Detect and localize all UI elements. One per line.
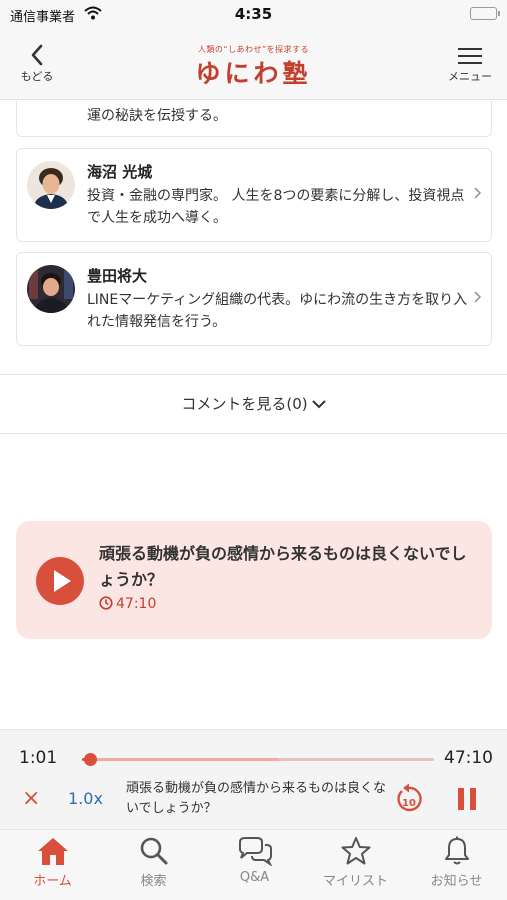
- app-logo: 人類の“しあわせ”を探求する ゆにわ塾: [0, 44, 507, 90]
- rewind-10-button[interactable]: 10: [393, 782, 425, 816]
- instructor-bio: 運の秘訣を伝授する。: [87, 108, 227, 124]
- instructor-card[interactable]: 海沼 光城 投資・金融の専門家。 人生を8つの要素に分解し、投資視点で人生を成功…: [16, 148, 492, 242]
- seek-buffered: [82, 758, 280, 761]
- search-icon: [140, 837, 167, 865]
- episode-duration-value: 47:10: [116, 596, 157, 612]
- tab-notifications[interactable]: お知らせ: [406, 836, 507, 896]
- tab-qa[interactable]: Q&A: [204, 836, 305, 896]
- instructor-card[interactable]: 豊田将大 LINEマーケティング組織の代表。ゆにわ流の生き方を取り入れた情報発信…: [16, 252, 492, 346]
- tab-bar: ホーム 検索 Q&A マイリスト お知らせ: [0, 829, 507, 900]
- instructor-bio: LINEマーケティング組織の代表。ゆにわ流の生き方を取り入れた情報発信を行う。: [87, 292, 468, 330]
- playback-speed-button[interactable]: 1.0x: [68, 789, 103, 808]
- tab-label: 検索: [140, 874, 167, 889]
- view-comments-label: コメントを見る(0): [181, 395, 308, 413]
- instructor-card[interactable]: 運の秘訣を伝授する。: [16, 101, 492, 137]
- pause-button[interactable]: [456, 788, 478, 810]
- current-time: 1:01: [19, 748, 58, 768]
- avatar: [27, 265, 75, 313]
- close-player-button[interactable]: ×: [22, 788, 40, 810]
- pause-icon: [458, 788, 464, 810]
- divider: [0, 374, 507, 375]
- hamburger-icon: [445, 48, 495, 64]
- clock-icon: [99, 596, 113, 610]
- seek-thumb[interactable]: [83, 753, 97, 766]
- rewind-icon: 10: [397, 783, 422, 812]
- episode-title: 頑張る動機が負の感情から来るものは良くないでしょうか？: [99, 544, 467, 589]
- star-icon: [341, 837, 370, 865]
- instructor-name: 海沼 光城: [87, 163, 153, 181]
- tab-search[interactable]: 検索: [103, 836, 204, 896]
- tab-label: お知らせ: [430, 874, 483, 889]
- tab-label: Q&A: [239, 870, 270, 885]
- chevron-down-icon: [311, 400, 326, 409]
- episode-duration: 47:10: [99, 596, 156, 612]
- chevron-right-icon: [474, 291, 481, 303]
- avatar: [27, 161, 75, 209]
- chat-bubbles-icon: [238, 837, 272, 866]
- episode-card[interactable]: 頑張る動機が負の感情から来るものは良くないでしょうか？ 47:10: [16, 521, 492, 639]
- tab-mylist[interactable]: マイリスト: [305, 836, 406, 896]
- seek-bar[interactable]: [82, 753, 434, 766]
- menu-button[interactable]: メニュー: [445, 48, 495, 92]
- logo-text: ゆにわ塾: [195, 59, 312, 88]
- battery-icon: [470, 7, 500, 20]
- instructor-bio: 投資・金融の専門家。 人生を8つの要素に分解し、投資視点で人生を成功へ導く。: [87, 188, 465, 226]
- rewind-seconds-label: 10: [402, 798, 416, 809]
- bell-icon: [444, 836, 469, 865]
- divider: [0, 433, 507, 434]
- view-comments-button[interactable]: コメントを見る(0): [0, 393, 507, 414]
- menu-label: メニュー: [448, 70, 492, 83]
- total-time: 47:10: [444, 748, 493, 768]
- instructor-name: 豊田将大: [87, 267, 148, 285]
- tab-label: ホーム: [33, 874, 72, 889]
- tab-home[interactable]: ホーム: [2, 836, 103, 896]
- content-scroll-area[interactable]: 運の秘訣を伝授する。 海沼 光城 投資・金融の専門家。 人生を8つの要素に分解し…: [0, 101, 507, 729]
- play-icon[interactable]: [36, 557, 84, 605]
- audio-player: 1:01 47:10 × 1.0x 頑張る動機が負の感情から来るものは良くないで…: [0, 729, 507, 829]
- tab-label: マイリスト: [322, 874, 388, 889]
- app-header: もどる 人類の“しあわせ”を探求する ゆにわ塾 メニュー: [0, 30, 507, 100]
- chevron-right-icon: [474, 187, 481, 199]
- status-bar: 通信事業者 4:35: [0, 0, 507, 30]
- now-playing-title: 頑張る動機が負の感情から来るものは良くないでしょうか？: [126, 781, 387, 816]
- status-time: 4:35: [234, 5, 273, 23]
- home-icon: [37, 838, 68, 865]
